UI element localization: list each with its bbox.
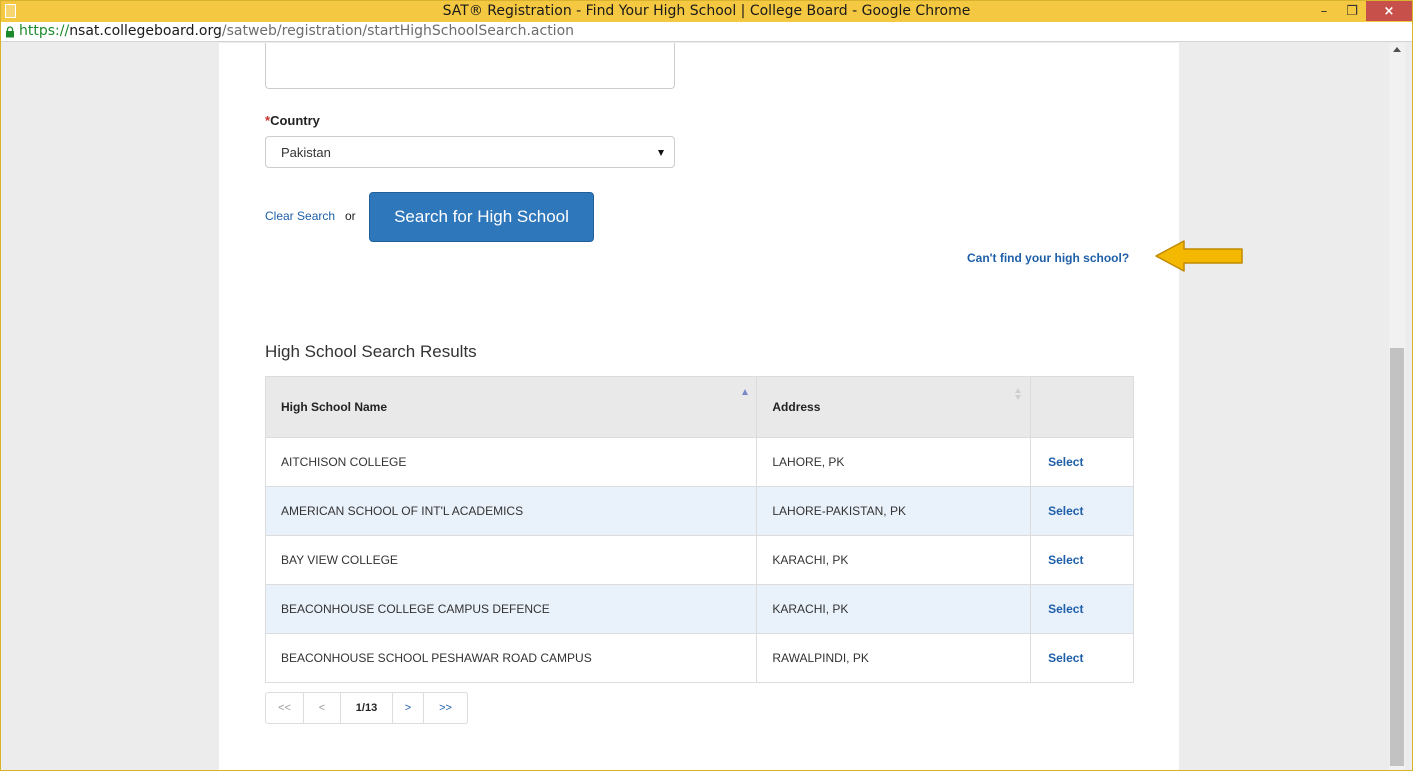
left-arrow-icon bbox=[1155, 240, 1243, 272]
table-row: AMERICAN SCHOOL OF INT'L ACADEMICS LAHOR… bbox=[264, 486, 1134, 536]
url-path: /satweb/registration/startHighSchoolSear… bbox=[221, 23, 575, 39]
scroll-up-arrow-icon[interactable] bbox=[1393, 47, 1401, 52]
select-link[interactable]: Select bbox=[1030, 584, 1134, 634]
scrollbar-thumb[interactable] bbox=[1390, 348, 1404, 766]
school-name-cell: AITCHISON COLLEGE bbox=[264, 437, 758, 487]
address-cell: KARACHI, PK bbox=[756, 535, 1032, 585]
current-page-indicator: 1/13 bbox=[341, 693, 393, 723]
select-link[interactable]: Select bbox=[1030, 535, 1134, 585]
previous-field-input[interactable] bbox=[265, 43, 675, 89]
results-table: High School Name Address AITCHISON COLLE… bbox=[264, 376, 1134, 683]
lock-icon bbox=[6, 26, 14, 38]
pagination: << < 1/13 > >> bbox=[265, 692, 468, 724]
previous-page-button[interactable]: < bbox=[304, 693, 341, 723]
next-page-button[interactable]: > bbox=[393, 693, 424, 723]
clear-search-link[interactable]: Clear Search bbox=[265, 209, 335, 223]
search-for-high-school-button[interactable]: Search for High School bbox=[369, 192, 594, 242]
sort-icon bbox=[1015, 388, 1022, 404]
school-name-cell: BEACONHOUSE SCHOOL PESHAWAR ROAD CAMPUS bbox=[264, 633, 758, 683]
first-page-button[interactable]: << bbox=[266, 693, 304, 723]
window-controls: – ❐ × bbox=[1310, 1, 1412, 22]
column-header-label: High School Name bbox=[281, 400, 388, 414]
country-select[interactable]: Pakistan bbox=[265, 136, 675, 168]
school-name-cell: AMERICAN SCHOOL OF INT'L ACADEMICS bbox=[264, 486, 758, 536]
table-row: BEACONHOUSE COLLEGE CAMPUS DEFENCE KARAC… bbox=[264, 584, 1134, 634]
restore-button[interactable]: ❐ bbox=[1338, 1, 1366, 21]
country-label-text: Country bbox=[270, 113, 320, 128]
minimize-button[interactable]: – bbox=[1310, 1, 1338, 21]
title-bar: SAT® Registration - Find Your High Schoo… bbox=[1, 1, 1412, 22]
table-header-row: High School Name Address bbox=[264, 376, 1134, 438]
select-link[interactable]: Select bbox=[1030, 633, 1134, 683]
school-name-cell: BAY VIEW COLLEGE bbox=[264, 535, 758, 585]
school-name-cell: BEACONHOUSE COLLEGE CAMPUS DEFENCE bbox=[264, 584, 758, 634]
results-title: High School Search Results bbox=[265, 342, 477, 361]
url-scheme: https:// bbox=[19, 23, 70, 39]
address-bar[interactable]: https://nsat.collegeboard.org/satweb/reg… bbox=[1, 22, 1412, 42]
main-content: *Country Pakistan Clear Search or Search… bbox=[219, 43, 1243, 770]
or-text: or bbox=[345, 209, 356, 223]
address-cell: KARACHI, PK bbox=[756, 584, 1032, 634]
address-cell: LAHORE-PAKISTAN, PK bbox=[756, 486, 1032, 536]
url-text[interactable]: https://nsat.collegeboard.org/satweb/reg… bbox=[19, 23, 574, 39]
sort-ascending-icon bbox=[742, 389, 749, 395]
browser-window: SAT® Registration - Find Your High Schoo… bbox=[0, 0, 1413, 771]
window-title: SAT® Registration - Find Your High Schoo… bbox=[442, 3, 971, 19]
cant-find-high-school-link[interactable]: Can't find your high school? bbox=[967, 251, 1129, 265]
table-row: AITCHISON COLLEGE LAHORE, PK Select bbox=[264, 437, 1134, 487]
table-row: BEACONHOUSE SCHOOL PESHAWAR ROAD CAMPUS … bbox=[264, 633, 1134, 683]
select-link[interactable]: Select bbox=[1030, 437, 1134, 487]
column-header-address[interactable]: Address bbox=[756, 376, 1032, 438]
vertical-scrollbar[interactable] bbox=[1389, 43, 1405, 770]
select-link[interactable]: Select bbox=[1030, 486, 1134, 536]
column-header-high-school-name[interactable]: High School Name bbox=[264, 376, 758, 438]
country-label: *Country bbox=[265, 113, 320, 128]
table-row: BAY VIEW COLLEGE KARACHI, PK Select bbox=[264, 535, 1134, 585]
address-cell: LAHORE, PK bbox=[756, 437, 1032, 487]
chevron-down-icon bbox=[658, 150, 664, 156]
last-page-button[interactable]: >> bbox=[424, 693, 467, 723]
close-button[interactable]: × bbox=[1366, 1, 1412, 21]
country-select-value: Pakistan bbox=[281, 145, 331, 160]
address-cell: RAWALPINDI, PK bbox=[756, 633, 1032, 683]
column-header-action bbox=[1030, 376, 1134, 438]
column-header-label: Address bbox=[772, 400, 821, 414]
url-host: nsat.collegeboard.org bbox=[69, 23, 222, 39]
